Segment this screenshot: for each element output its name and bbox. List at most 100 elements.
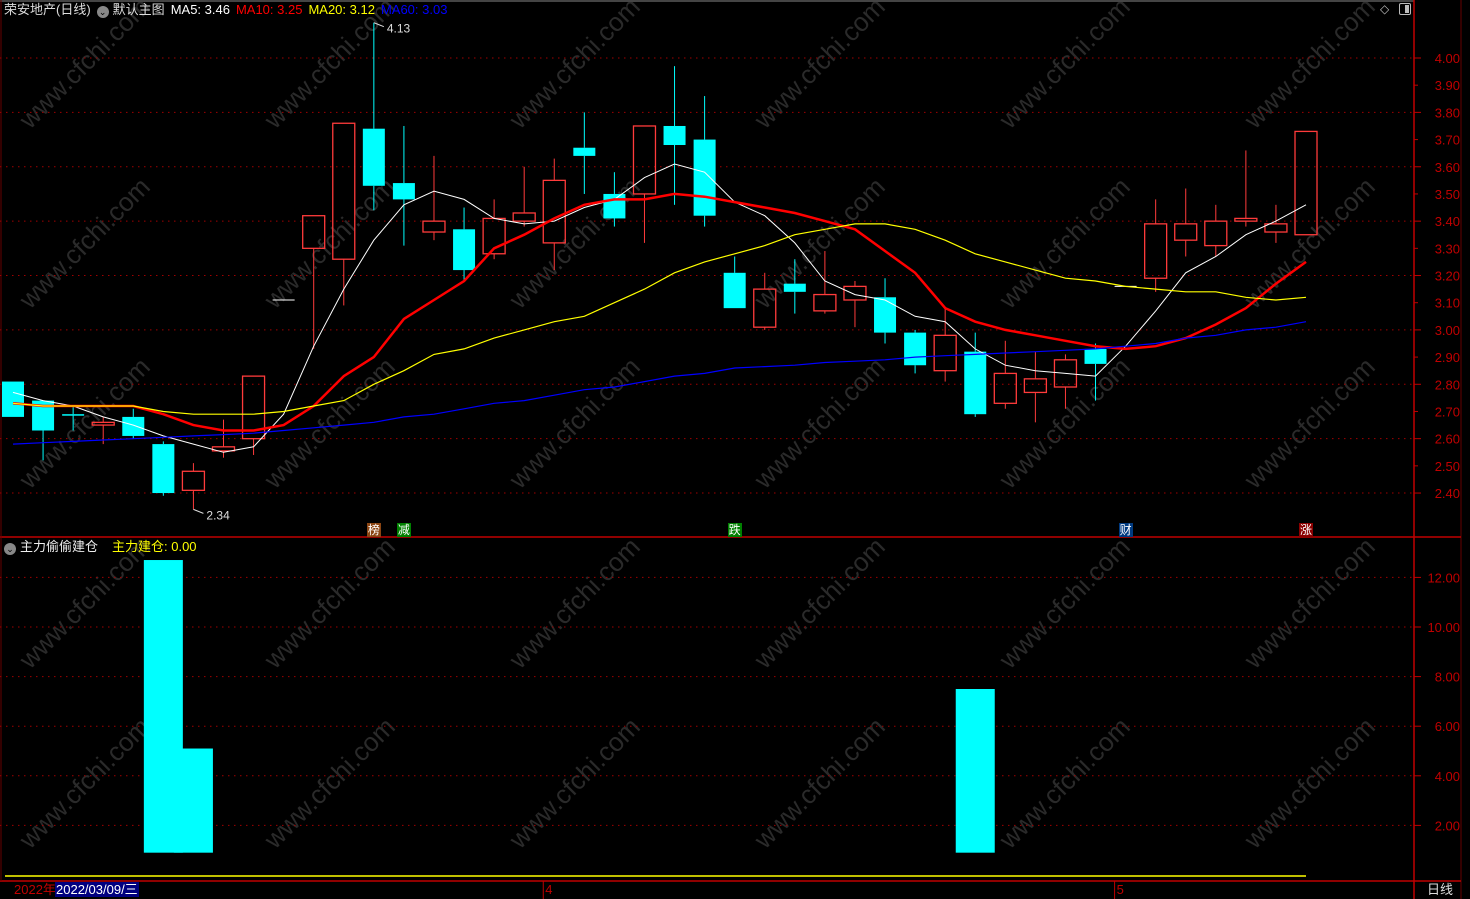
price-tick-label: 2.90 (1435, 350, 1460, 365)
indicator-tick-label: 4.00 (1435, 769, 1460, 784)
candle-up (512, 212, 536, 222)
price-tick-label: 3.40 (1435, 214, 1460, 229)
candle-down (392, 183, 415, 200)
indicator-name[interactable]: 主力偷偷建仓 (20, 539, 98, 554)
watermark: www.cfchi.com (502, 351, 645, 494)
watermark: www.cfchi.com (257, 171, 400, 314)
event-marker[interactable]: 财 (1118, 523, 1133, 537)
event-marker[interactable]: 跌 (727, 523, 742, 537)
candle-up (1234, 217, 1258, 222)
indicator-tick-label: 10.00 (1427, 620, 1460, 635)
watermark: www.cfchi.com (502, 0, 645, 135)
ma60-legend: MA60: 3.03 (380, 2, 448, 17)
candle-down (693, 139, 716, 216)
candle-down (783, 283, 806, 292)
candle-down (573, 147, 596, 156)
price-tick-label: 3.30 (1435, 241, 1460, 256)
watermark: www.cfchi.com (747, 0, 890, 135)
ma20-legend: MA20: 3.12 (308, 2, 375, 17)
watermark: www.cfchi.com (1237, 171, 1380, 314)
candle-up (843, 285, 867, 301)
indicator-tick-label: 6.00 (1435, 719, 1460, 734)
price-tick-label: 3.90 (1435, 78, 1460, 93)
panel-toggle-icon[interactable] (1399, 3, 1411, 15)
price-tick-label: 3.50 (1435, 187, 1460, 202)
template-selector[interactable]: 默认主图 (113, 2, 165, 17)
period-label[interactable]: 日线 (1427, 882, 1453, 897)
candle-down (723, 272, 746, 309)
watermark: www.cfchi.com (1237, 0, 1380, 135)
indicator-value: 主力建仓: 0.00 (112, 539, 197, 554)
candle-down (663, 125, 686, 146)
ma5-legend: MA5: 3.46 (170, 2, 230, 17)
watermark: www.cfchi.com (1237, 711, 1380, 854)
indicator-header: ⌄ 主力偷偷建仓 主力建仓: 0.00 (4, 538, 203, 556)
candle-up (933, 334, 957, 372)
candle-up (1144, 223, 1168, 279)
price-tick-label: 2.70 (1435, 404, 1460, 419)
candle-up (1204, 220, 1228, 247)
collapse-circle-icon[interactable]: ⌄ (4, 543, 16, 555)
watermark: www.cfchi.com (257, 531, 400, 674)
indicator-tick-label: 8.00 (1435, 670, 1460, 685)
indicator-tick-label: 12.00 (1427, 570, 1460, 585)
month-label-5: 5 (1116, 882, 1124, 897)
year-label: 2022年 (14, 882, 56, 897)
candle-up (1174, 223, 1198, 241)
month-label-4: 4 (545, 882, 553, 897)
candle-down (152, 444, 175, 494)
collapse-circle-icon[interactable]: ⌄ (96, 6, 109, 18)
watermark: www.cfchi.com (992, 0, 1135, 135)
watermark: www.cfchi.com (992, 531, 1135, 674)
indicator-bar (143, 560, 183, 853)
price-tick-label: 2.60 (1435, 432, 1460, 447)
candle-down (964, 351, 987, 415)
price-tick-label: 3.60 (1435, 160, 1460, 175)
main-chart-header: 荣安地产(日线) ⌄ 默认主图 MA5: 3.46 MA10: 3.25 MA20: 3.… (4, 1, 453, 19)
annotation-label: 4.13 (387, 22, 411, 36)
candle-down (874, 297, 897, 333)
watermark: www.cfchi.com (502, 531, 645, 674)
watermark: www.cfchi.com (12, 0, 155, 135)
watermark: www.cfchi.com (1237, 351, 1380, 494)
price-tick-label: 3.10 (1435, 296, 1460, 311)
watermark: www.cfchi.com (992, 711, 1135, 854)
candle-down (453, 229, 476, 271)
candle-up (1023, 378, 1048, 394)
diamond-icon[interactable]: ◇ (1380, 2, 1389, 16)
price-tick-label: 4.00 (1435, 51, 1460, 66)
watermark: www.cfchi.com (257, 0, 400, 135)
price-tick-label: 3.00 (1435, 323, 1460, 338)
watermark: www.cfchi.com (992, 171, 1135, 314)
candle-down (603, 193, 626, 219)
price-tick-label: 3.80 (1435, 105, 1460, 120)
candle-down (362, 128, 385, 186)
watermark: www.cfchi.com (1237, 531, 1380, 674)
candle-down (1084, 348, 1107, 364)
annotation-label: 2.34 (206, 508, 230, 522)
watermark: www.cfchi.com (257, 351, 400, 494)
stock-chart[interactable]: www.cfchi.com www.cfchi.com www.cfchi.com w… (0, 0, 1470, 899)
price-tick-label: 2.80 (1435, 377, 1460, 392)
candle-up (422, 220, 446, 233)
annotation-arrow (193, 508, 204, 514)
price-tick-label: 2.50 (1435, 459, 1460, 474)
indicator-bar (955, 689, 995, 853)
event-marker[interactable]: 涨 (1299, 523, 1314, 537)
candle-up (993, 372, 1017, 404)
candle-up (181, 470, 206, 491)
price-tick-label: 3.20 (1435, 269, 1460, 284)
candle-down (2, 381, 24, 417)
event-marker[interactable]: 减 (396, 523, 411, 537)
watermark: www.cfchi.com (747, 711, 890, 854)
watermark: www.cfchi.com (747, 531, 890, 674)
watermark: www.cfchi.com (502, 711, 645, 854)
candle-down (62, 414, 85, 416)
indicator-tick-label: 2.00 (1435, 818, 1460, 833)
watermark: www.cfchi.com (257, 711, 400, 854)
price-tick-label: 2.40 (1435, 486, 1460, 501)
event-marker[interactable]: 榜 (366, 523, 381, 537)
ma10-legend: MA10: 3.25 (235, 2, 303, 17)
cursor-date: 2022/03/09/三 (55, 882, 139, 897)
watermark: www.cfchi.com (747, 171, 890, 314)
